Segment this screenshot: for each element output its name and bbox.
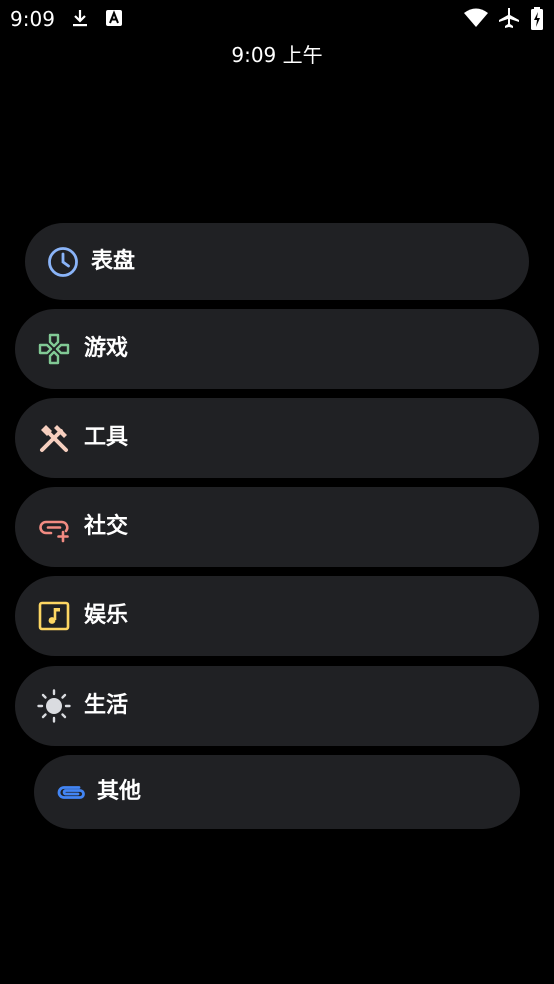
tools-icon: [37, 421, 71, 455]
airplane-icon: [497, 7, 521, 29]
clock-time: 9:09 上午: [231, 43, 323, 67]
battery-icon: [530, 7, 544, 30]
status-bar: 9:09: [0, 0, 554, 38]
menu-item-label: 表盘: [91, 248, 136, 274]
paperclip-icon: [54, 775, 88, 809]
clock-icon: [46, 245, 80, 279]
text-a-icon: [104, 8, 124, 28]
menu-item-other[interactable]: 其他: [34, 755, 520, 829]
wifi-icon: [463, 7, 489, 29]
menu-item-tools[interactable]: 工具: [15, 398, 539, 478]
menu-item-life[interactable]: 生活: [15, 666, 539, 746]
menu-item-label: 其他: [97, 779, 142, 804]
menu-item-label: 工具: [84, 425, 129, 450]
menu-item-watch-faces[interactable]: 表盘: [25, 223, 529, 300]
menu-item-games[interactable]: 游戏: [15, 309, 539, 389]
download-icon: [70, 8, 90, 28]
menu-item-label: 社交: [84, 514, 129, 539]
menu-item-label: 娱乐: [84, 603, 129, 628]
chat-link-icon: [37, 510, 71, 544]
status-time: 9:09: [10, 7, 55, 31]
sun-icon: [37, 689, 71, 723]
music-note-icon: [37, 599, 71, 633]
gamepad-icon: [37, 332, 71, 366]
menu-item-label: 生活: [84, 693, 129, 718]
menu-item-social[interactable]: 社交: [15, 487, 539, 567]
menu-item-entertainment[interactable]: 娱乐: [15, 576, 539, 656]
menu-item-label: 游戏: [84, 336, 129, 361]
